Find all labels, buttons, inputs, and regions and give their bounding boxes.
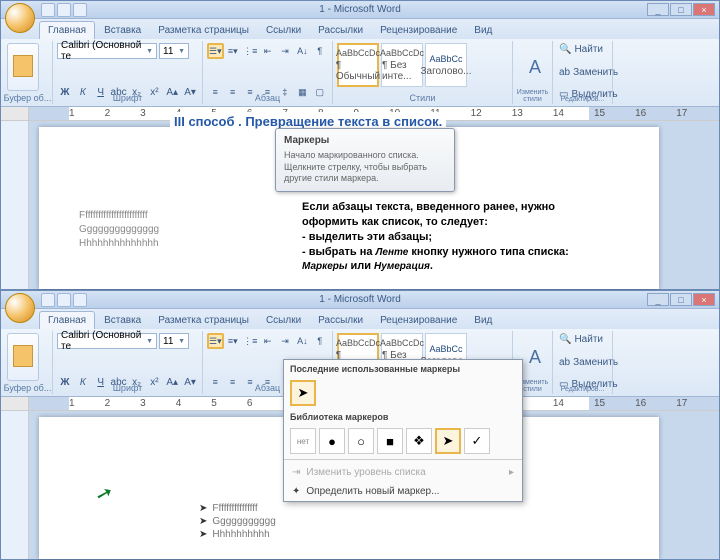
qat-redo-icon[interactable] (73, 3, 87, 17)
font-name-combo[interactable]: Calibri (Основной те▼ (57, 333, 157, 349)
tooltip-body: Начало маркированного списка. Щелкните с… (284, 150, 446, 185)
qat-undo-icon[interactable] (57, 293, 71, 307)
tab-view[interactable]: Вид (466, 312, 500, 329)
dd-define-new[interactable]: ✦Определить новый маркер... (284, 482, 522, 501)
bullets-tooltip: Маркеры Начало маркированного списка. Ще… (275, 128, 455, 192)
explanation-text: Если абзацы текста, введенного ранее, ну… (300, 198, 640, 276)
paste-button[interactable] (7, 333, 39, 381)
tab-mailings[interactable]: Рассылки (310, 22, 371, 39)
tab-layout[interactable]: Разметка страницы (150, 22, 257, 39)
minimize-button[interactable]: _ (647, 293, 669, 306)
qat-redo-icon[interactable] (73, 293, 87, 307)
indent-inc-button[interactable]: ⇥ (277, 43, 293, 59)
multilevel-button[interactable]: ⋮≡ (242, 43, 258, 59)
bullets-dropdown: Последние использованные маркеры ➤ Библи… (283, 359, 523, 502)
indent-dec-button[interactable]: ⇤ (259, 43, 275, 59)
bullet-recent-arrow[interactable]: ➤ (290, 380, 316, 406)
bullets-button[interactable]: ☰▾ (207, 43, 224, 59)
ribbon-tabs: Главная Вставка Разметка страницы Ссылки… (1, 309, 719, 329)
style-normal[interactable]: AaBbCcDc¶ Обычный (337, 43, 379, 87)
sort-button[interactable]: A↓ (294, 43, 310, 59)
change-styles-icon: A (529, 57, 541, 78)
close-button[interactable]: × (693, 3, 715, 16)
bullet-option[interactable]: ■ (377, 428, 403, 454)
maximize-button[interactable]: □ (670, 3, 692, 16)
find-icon: 🔍 (559, 44, 571, 55)
group-change-styles: A Изменить стили (513, 41, 553, 104)
font-size-combo[interactable]: 11▼ (159, 333, 189, 349)
qat-save-icon[interactable] (41, 3, 55, 17)
replace-icon: ab (559, 67, 570, 78)
dd-change-level: ⇥Изменить уровень списка▸ (284, 463, 522, 482)
style-heading[interactable]: AaBbCcЗаголово... (425, 43, 467, 87)
bullet-define-icon: ✦ (292, 486, 300, 497)
office-button[interactable] (5, 3, 35, 33)
tab-references[interactable]: Ссылки (258, 22, 309, 39)
tab-view[interactable]: Вид (466, 22, 500, 39)
quick-access-toolbar (41, 3, 87, 17)
find-button[interactable]: 🔍Найти (557, 333, 608, 346)
ribbon-tabs: Главная Вставка Разметка страницы Ссылки… (1, 19, 719, 39)
numbering-button[interactable]: ≡▾ (225, 333, 241, 349)
font-name-combo[interactable]: Calibri (Основной те▼ (57, 43, 157, 59)
tooltip-title: Маркеры (284, 135, 446, 146)
indent-icon: ⇥ (292, 467, 300, 478)
paste-icon (13, 55, 33, 77)
group-editing: 🔍Найти abЗаменить ▭Выделить Редактиров..… (553, 41, 613, 104)
bullet-option[interactable]: ○ (348, 428, 374, 454)
bullet-option[interactable]: ❖ (406, 428, 432, 454)
qat-save-icon[interactable] (41, 293, 55, 307)
pilcrow-button[interactable]: ¶ (312, 43, 328, 59)
group-paragraph: ☰▾ ≡▾ ⋮≡ ⇤ ⇥ A↓ ¶ ≡ ≡ ≡ ≡ ‡ ▦ ▢ Абзац (203, 41, 333, 104)
titlebar: 1 - Microsoft Word _ □ × (1, 1, 719, 19)
bulleted-list: ➤Ffffffffffffffff ➤Ggggggggggg ➤Hhhhhhhh… (199, 503, 619, 540)
paste-button[interactable] (7, 43, 39, 91)
tab-layout[interactable]: Разметка страницы (150, 312, 257, 329)
close-button[interactable]: × (693, 293, 715, 306)
tab-review[interactable]: Рецензирование (372, 22, 465, 39)
bullet-option[interactable]: ➤ (435, 428, 461, 454)
ribbon: Буфер об... Calibri (Основной те▼ 11▼ Ж … (1, 39, 719, 107)
group-clipboard: Буфер об... (3, 41, 53, 104)
tab-home[interactable]: Главная (39, 21, 95, 39)
style-nospacing[interactable]: AaBbCcDc¶ Без инте... (381, 43, 423, 87)
bullet-option[interactable]: ● (319, 428, 345, 454)
window-title: 1 - Microsoft Word (319, 294, 401, 305)
word-window-2: 1 - Microsoft Word _□× Главная Вставка Р… (0, 290, 720, 560)
vertical-ruler[interactable] (1, 121, 29, 289)
numbering-button[interactable]: ≡▾ (225, 43, 241, 59)
office-button[interactable] (5, 293, 35, 323)
maximize-button[interactable]: □ (670, 293, 692, 306)
tab-insert[interactable]: Вставка (96, 312, 149, 329)
find-button[interactable]: 🔍Найти (557, 43, 608, 56)
change-styles-button[interactable]: A (517, 43, 553, 91)
tab-references[interactable]: Ссылки (258, 312, 309, 329)
dd-library-label: Библиотека маркеров (284, 408, 522, 426)
bullet-option[interactable]: нет (290, 428, 316, 454)
qat-undo-icon[interactable] (57, 3, 71, 17)
dd-recent-label: Последние использованные маркеры (284, 360, 522, 378)
minimize-button[interactable]: _ (647, 3, 669, 16)
window-title: 1 - Microsoft Word (319, 4, 401, 15)
tab-mailings[interactable]: Рассылки (310, 312, 371, 329)
titlebar: 1 - Microsoft Word _□× (1, 291, 719, 309)
bullet-option[interactable]: ✓ (464, 428, 490, 454)
replace-button[interactable]: abЗаменить (557, 66, 608, 79)
tab-home[interactable]: Главная (39, 311, 95, 329)
tab-review[interactable]: Рецензирование (372, 312, 465, 329)
tab-insert[interactable]: Вставка (96, 22, 149, 39)
bullets-button[interactable]: ☰▾ (207, 333, 224, 349)
replace-button[interactable]: abЗаменить (557, 356, 608, 369)
group-styles: AaBbCcDc¶ Обычный AaBbCcDc¶ Без инте... … (333, 41, 513, 104)
group-font: Calibri (Основной те▼ 11▼ Ж К Ч abc x₂ x… (53, 41, 203, 104)
font-size-combo[interactable]: 11▼ (159, 43, 189, 59)
